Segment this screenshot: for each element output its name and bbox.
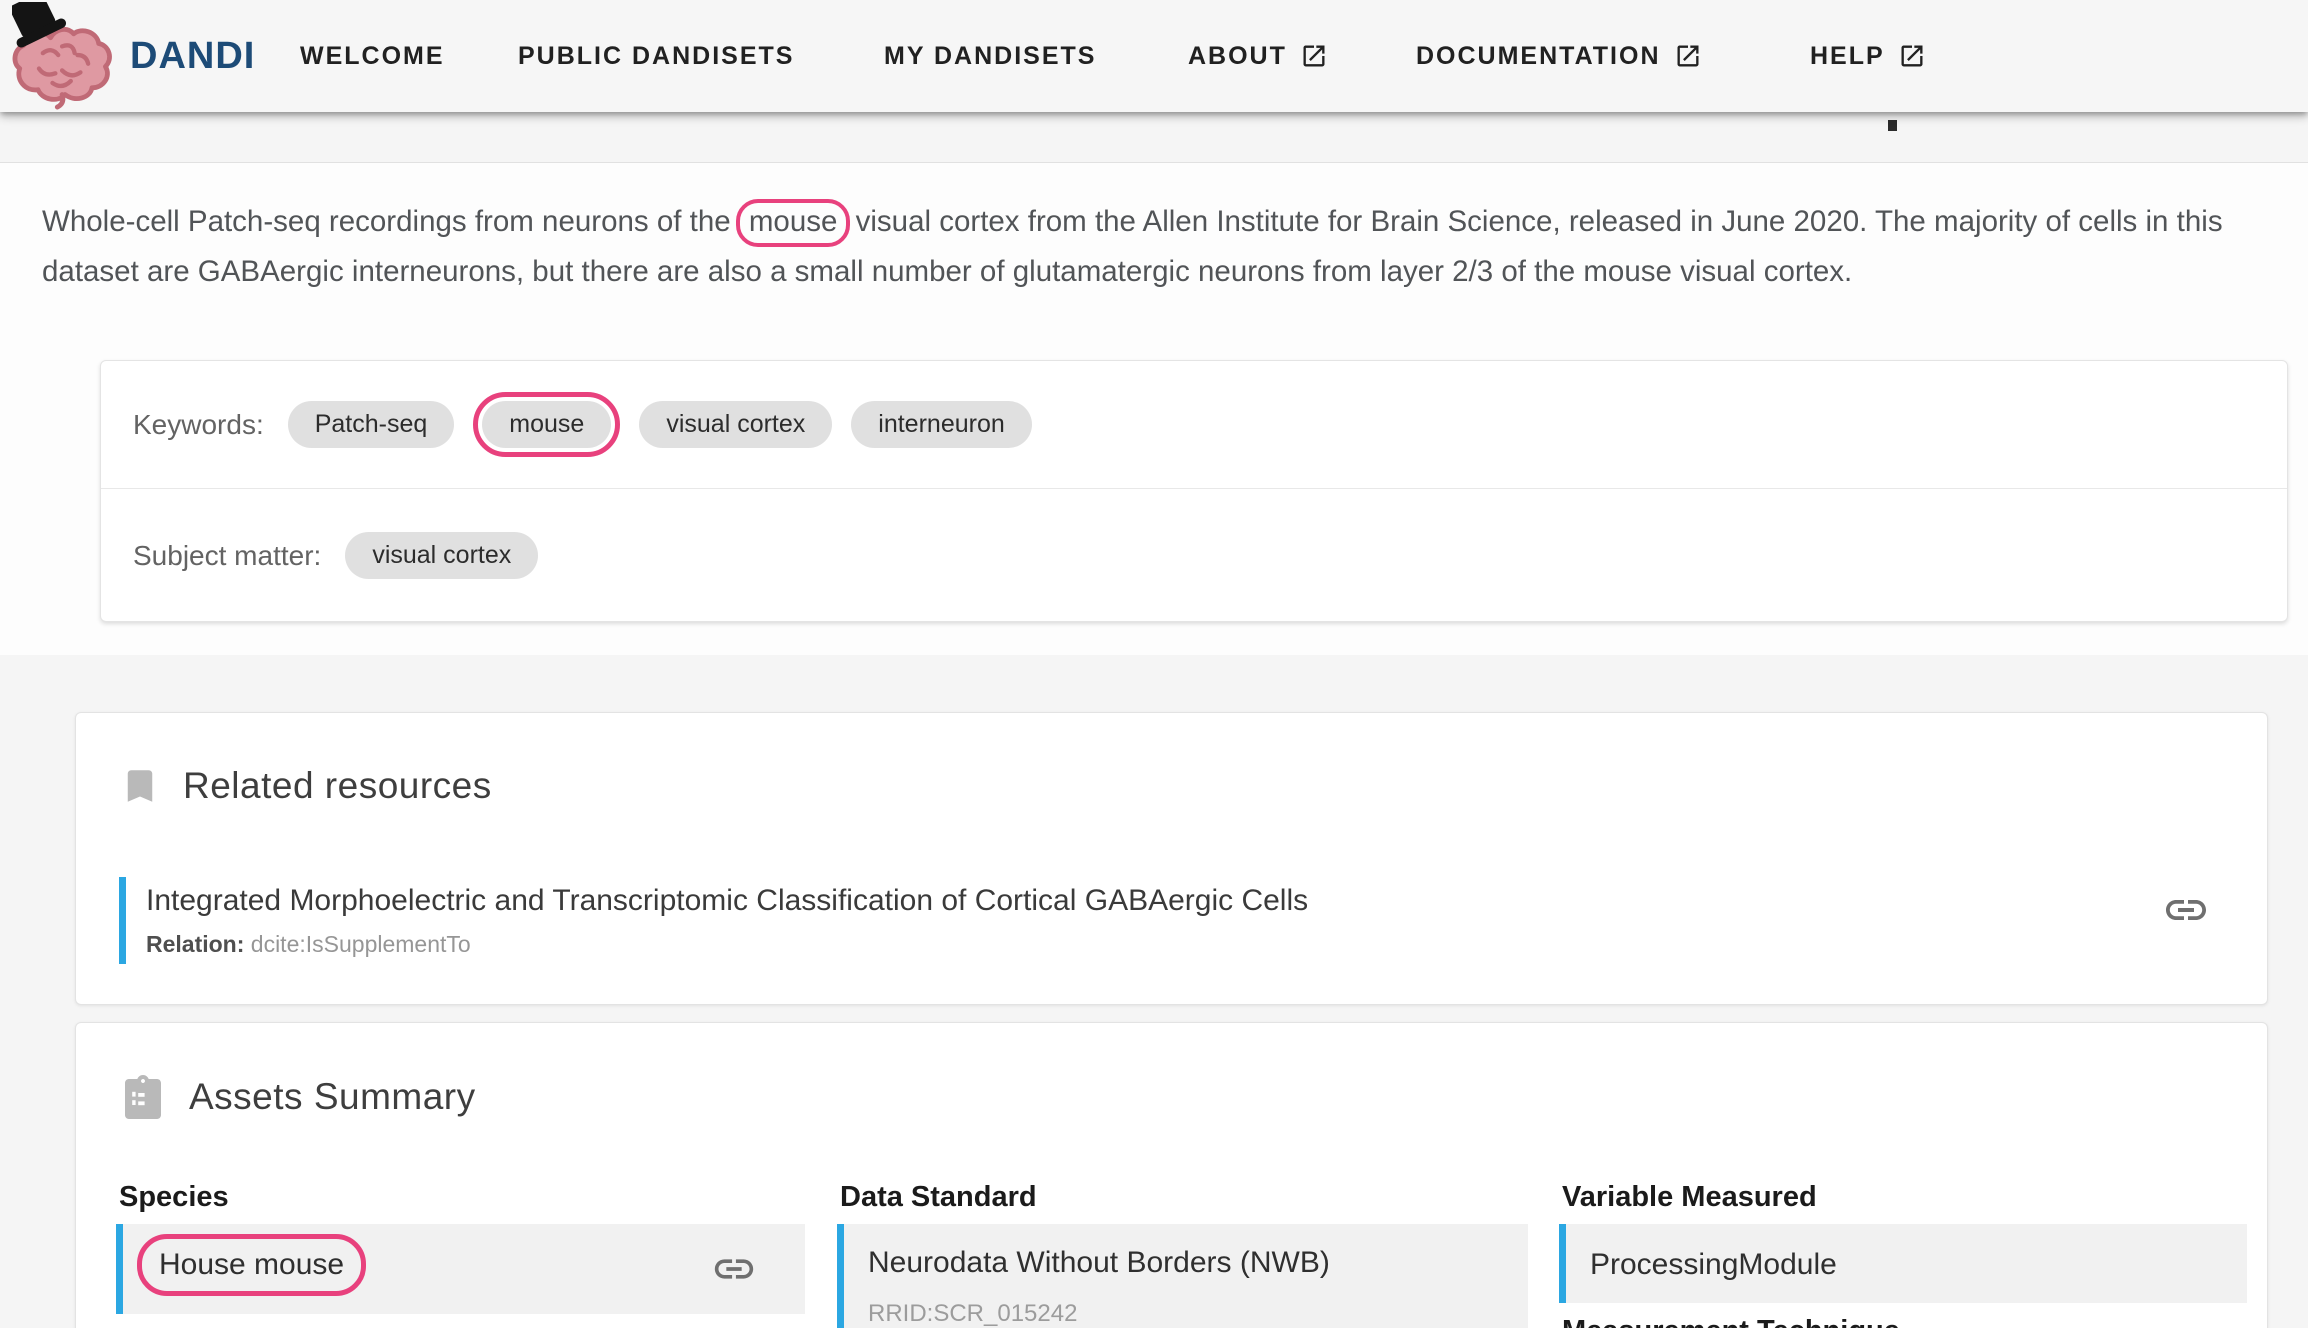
data-standard-value: Neurodata Without Borders (NWB) (868, 1246, 1330, 1279)
keyword-chip-patch-seq[interactable]: Patch-seq (287, 401, 455, 448)
column-header-measurement-technique: Measurement Technique (1562, 1315, 1900, 1328)
assets-summary-card: Assets Summary Species Data Standard Var… (75, 1022, 2268, 1328)
related-resources-card: Related resources Integrated Morphoelect… (75, 712, 2268, 1005)
description-text-before: Whole-cell Patch-seq recordings from neu… (42, 205, 739, 238)
nav-item-documentation[interactable]: DOCUMENTATION (1416, 0, 1702, 112)
relation-label: Relation: (146, 931, 245, 957)
species-value-box: House mouse (116, 1224, 805, 1314)
assets-summary-title: Assets Summary (189, 1076, 476, 1117)
keyword-chip-interneuron[interactable]: interneuron (851, 401, 1032, 448)
variable-measured-value: ProcessingModule (1590, 1248, 1837, 1281)
subject-matter-row: Subject matter: visual cortex (101, 489, 2287, 622)
highlight-annotation-mouse: mouse (735, 199, 851, 247)
assets-summary-header: Assets Summary (119, 1073, 476, 1121)
subject-matter-chip-visual-cortex[interactable]: visual cortex (345, 532, 539, 579)
resource-relation: Relation: dcite:IsSupplementTo (146, 931, 2119, 958)
keywords-label: Keywords: (133, 408, 264, 440)
subject-matter-label: Subject matter: (133, 539, 322, 571)
dandi-brain-logo-icon[interactable] (9, 0, 118, 110)
relation-value: dcite:IsSupplementTo (250, 931, 471, 957)
nav-item-about[interactable]: ABOUT (1188, 0, 1328, 112)
content-divider (0, 162, 2308, 163)
related-resources-title: Related resources (183, 765, 492, 806)
data-standard-value-box: Neurodata Without Borders (NWB) RRID:SCR… (837, 1224, 1528, 1328)
bookmark-icon (119, 765, 161, 807)
column-header-species: Species (119, 1181, 229, 1213)
keyword-chip-mouse[interactable]: mouse (482, 401, 612, 448)
resource-link-icon[interactable] (2162, 886, 2210, 934)
species-link-icon[interactable] (711, 1246, 757, 1292)
brand-title[interactable]: DANDI (130, 0, 255, 112)
highlight-annotation-keyword-mouse: mouse (473, 392, 621, 457)
open-in-new-icon (1303, 45, 1325, 67)
species-value: House mouse (159, 1248, 345, 1281)
clipboard-list-icon (119, 1073, 167, 1121)
app-bar: DANDI WELCOME PUBLIC DANDISETS MY DANDIS… (0, 0, 2308, 112)
clipped-content-fragment (1888, 120, 1897, 131)
data-standard-rrid: RRID:SCR_015242 (868, 1300, 1078, 1327)
keyword-chip-visual-cortex[interactable]: visual cortex (639, 401, 833, 448)
related-resource-item: Integrated Morphoelectric and Transcript… (119, 877, 2119, 964)
variable-measured-value-box: ProcessingModule (1559, 1224, 2247, 1303)
resource-title: Integrated Morphoelectric and Transcript… (146, 884, 1309, 917)
under-appbar-strip (0, 112, 2308, 162)
dandiset-description: Whole-cell Patch-seq recordings from neu… (42, 197, 2290, 297)
highlight-annotation-house-mouse: House mouse (137, 1234, 367, 1296)
related-resources-header: Related resources (119, 765, 492, 807)
open-in-new-icon (1677, 45, 1698, 67)
keywords-row: Keywords: Patch-seq mouse visual cortex … (101, 361, 2287, 488)
column-header-data-standard: Data Standard (840, 1181, 1037, 1213)
nav-item-public-dandisets[interactable]: PUBLIC DANDISETS (518, 0, 794, 112)
metadata-card: Keywords: Patch-seq mouse visual cortex … (100, 360, 2288, 622)
open-in-new-icon (1901, 45, 1923, 67)
column-header-variable-measured: Variable Measured (1562, 1181, 1817, 1213)
nav-item-welcome[interactable]: WELCOME (300, 0, 445, 112)
nav-item-my-dandisets[interactable]: MY DANDISETS (884, 0, 1096, 112)
dandi-dandiset-page: DANDI WELCOME PUBLIC DANDISETS MY DANDIS… (0, 0, 2308, 1328)
nav-item-help[interactable]: HELP (1810, 0, 1926, 112)
